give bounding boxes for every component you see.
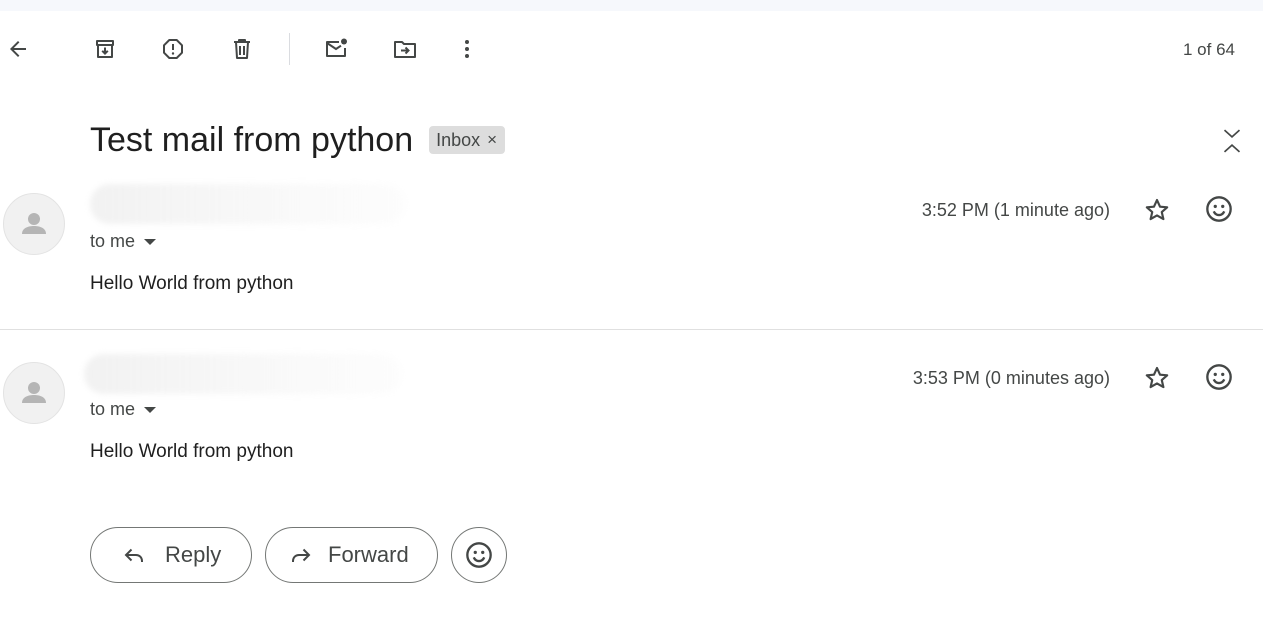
archive-icon[interactable] <box>85 29 125 69</box>
avatar <box>3 362 65 424</box>
mark-unread-icon[interactable] <box>316 29 356 69</box>
caret-down-icon <box>144 406 157 413</box>
toolbar-divider <box>289 33 290 65</box>
message-item: to me 3:52 PM (1 minute ago) Hello World… <box>0 180 1263 330</box>
message-body: Hello World from python <box>90 441 294 462</box>
sender-name-redacted <box>90 184 406 224</box>
person-icon <box>22 382 46 403</box>
caret-down-icon <box>144 238 157 245</box>
star-icon[interactable] <box>1137 358 1177 398</box>
back-arrow-icon[interactable] <box>0 29 38 69</box>
move-to-icon[interactable] <box>385 29 425 69</box>
reply-label: Reply <box>165 542 222 567</box>
message-toolbar: 1 of 64 <box>0 11 1263 87</box>
react-button[interactable] <box>451 527 507 583</box>
collapse-all-icon[interactable] <box>1213 122 1251 160</box>
sender-name-redacted <box>84 354 402 394</box>
forward-icon <box>288 542 314 568</box>
reply-icon <box>121 542 147 568</box>
add-reaction-icon[interactable] <box>1199 189 1239 229</box>
inbox-label-chip[interactable]: Inbox × <box>429 126 506 154</box>
recipient-text: to me <box>90 399 136 419</box>
thread-subject: Test mail from python <box>90 120 414 159</box>
recipient-details-toggle[interactable]: to me <box>90 399 157 420</box>
star-icon[interactable] <box>1137 190 1177 230</box>
delete-icon[interactable] <box>222 29 262 69</box>
person-icon <box>22 213 46 234</box>
recipient-text: to me <box>90 231 136 251</box>
reply-button[interactable]: Reply <box>90 527 252 583</box>
emoji-icon <box>466 542 492 568</box>
message-time: 3:53 PM (0 minutes ago) <box>912 368 1110 388</box>
subject-row: Test mail from python Inbox × <box>90 118 506 162</box>
message-body: Hello World from python <box>90 273 294 294</box>
remove-label-icon[interactable]: × <box>487 130 497 150</box>
avatar <box>3 193 65 255</box>
forward-button[interactable]: Forward <box>265 527 438 583</box>
top-strip <box>0 0 1263 11</box>
report-spam-icon[interactable] <box>153 29 193 69</box>
more-vert-icon[interactable] <box>447 29 487 69</box>
add-reaction-icon[interactable] <box>1199 357 1239 397</box>
forward-label: Forward <box>328 542 409 567</box>
reply-actions: Reply Forward <box>90 527 507 583</box>
pager-count: 1 of 64 <box>1183 40 1235 59</box>
message-item: to me 3:53 PM (0 minutes ago) Hello Worl… <box>0 340 1263 490</box>
recipient-details-toggle[interactable]: to me <box>90 231 157 252</box>
message-time: 3:52 PM (1 minute ago) <box>921 200 1110 220</box>
label-text: Inbox <box>436 129 481 150</box>
